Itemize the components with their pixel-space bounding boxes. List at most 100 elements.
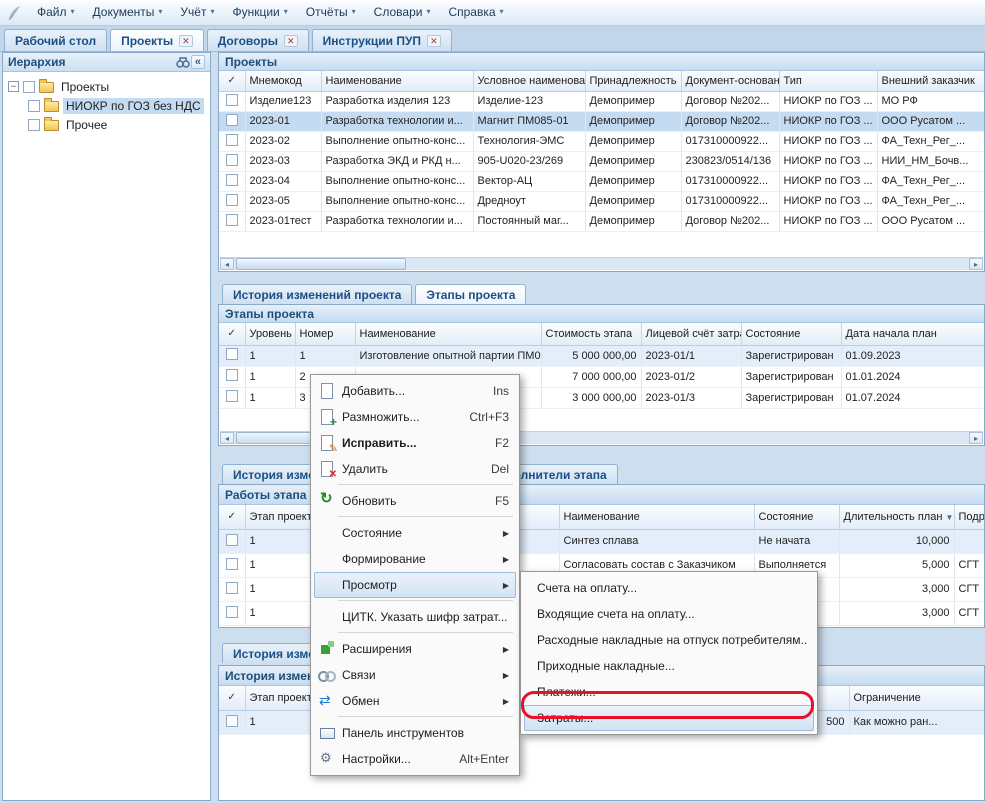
menu-item-view[interactable]: Просмотр▶ (314, 572, 516, 598)
menu-item-add[interactable]: Добавить...Ins (314, 378, 516, 404)
col-codename[interactable]: Условное наименова (473, 71, 585, 91)
col-cost-account[interactable]: Лицевой счёт затрат (641, 323, 741, 345)
menu-item-label: Добавить... (342, 384, 405, 398)
col-department[interactable]: Подр... (954, 505, 985, 529)
menu-item-refresh[interactable]: ОбновитьF5 (314, 488, 516, 514)
menubar-item-label: Справка (448, 5, 495, 19)
menubar-item-accounting[interactable]: Учёт▾ (172, 2, 222, 23)
table-row-current[interactable]: 11Изготовление опытной партии ПМ0...5 00… (219, 345, 985, 366)
col-state[interactable]: Состояние (741, 323, 841, 345)
submenu-item-receipt-notes[interactable]: Приходные накладные... (524, 653, 814, 679)
menubar-item-dictionaries[interactable]: Словари▾ (366, 2, 439, 23)
scroll-left-button[interactable]: ◂ (220, 258, 234, 270)
tab-project-stages[interactable]: Этапы проекта (415, 284, 526, 304)
menubar-item-file[interactable]: Файл▾ (29, 2, 83, 23)
scroll-right-button[interactable]: ▸ (969, 432, 983, 444)
col-level[interactable]: Уровень (245, 323, 295, 345)
col-external-customer[interactable]: Внешний заказчик (877, 71, 985, 91)
menubar-item-help[interactable]: Справка▾ (440, 2, 511, 23)
close-icon[interactable]: ✕ (179, 35, 193, 47)
menu-item-formation[interactable]: Формирование▶ (314, 546, 516, 572)
table-row-selected[interactable]: 2023-01Разработка технологии и...Магнит … (219, 111, 985, 131)
menubar-item-functions[interactable]: Функции▾ (224, 2, 295, 23)
row-checkbox[interactable] (226, 582, 238, 594)
col-belonging[interactable]: Принадлежность (585, 71, 681, 91)
scrollbar-thumb[interactable] (236, 258, 406, 270)
menu-item-settings[interactable]: Настройки...Alt+Enter (314, 746, 516, 772)
row-checkbox[interactable] (226, 534, 238, 546)
check-column-header[interactable]: ✓ (219, 71, 245, 91)
links-icon (318, 666, 336, 684)
check-column-header[interactable]: ✓ (219, 686, 245, 710)
check-column-header[interactable]: ✓ (219, 323, 245, 345)
col-plan-start-date[interactable]: Дата начала план (841, 323, 985, 345)
col-stage-cost[interactable]: Стоимость этапа (541, 323, 641, 345)
menu-item-extensions[interactable]: Расширения▶ (314, 636, 516, 662)
tab-projects[interactable]: Проекты✕ (110, 29, 204, 51)
tree-checkbox[interactable] (28, 119, 40, 131)
binoculars-icon[interactable] (175, 55, 191, 70)
menu-item-state[interactable]: Состояние▶ (314, 520, 516, 546)
row-checkbox[interactable] (226, 214, 238, 226)
tab-desktop[interactable]: Рабочий стол (4, 29, 107, 51)
scroll-right-button[interactable]: ▸ (969, 258, 983, 270)
menu-item-citk-cost-code[interactable]: ЦИТК. Указать шифр затрат... (314, 604, 516, 630)
tree-node-niokr[interactable]: НИОКР по ГОЗ без НДС (5, 96, 208, 115)
horizontal-scrollbar[interactable]: ◂ ▸ (220, 257, 983, 270)
cell: Постоянный маг... (473, 211, 585, 231)
table-row[interactable]: 2023-03Разработка ЭКД и РКД н...905-U020… (219, 151, 985, 171)
row-checkbox[interactable] (226, 134, 238, 146)
col-basis-document[interactable]: Документ-основан (681, 71, 779, 91)
scroll-left-button[interactable]: ◂ (220, 432, 234, 444)
row-checkbox[interactable] (226, 558, 238, 570)
menu-item-edit[interactable]: Исправить...F2 (314, 430, 516, 456)
col-name[interactable]: Наименование (559, 505, 754, 529)
col-name[interactable]: Наименование (321, 71, 473, 91)
tree-node-other[interactable]: Прочее (5, 115, 208, 134)
row-checkbox[interactable] (226, 94, 238, 106)
tree-node-projects[interactable]: − Проекты (5, 77, 208, 96)
col-name[interactable]: Наименование (355, 323, 541, 345)
col-plan-duration[interactable]: Длительность план ▼ (839, 505, 954, 529)
table-row[interactable]: 2023-01тестРазработка технологии и...Пос… (219, 211, 985, 231)
row-checkbox[interactable] (226, 606, 238, 618)
submenu-item-invoices[interactable]: Счета на оплату... (524, 575, 814, 601)
col-state[interactable]: Состояние (754, 505, 839, 529)
menu-item-duplicate[interactable]: Размножить...Ctrl+F3 (314, 404, 516, 430)
col-constraint[interactable]: Ограничение (849, 686, 985, 710)
row-checkbox[interactable] (226, 154, 238, 166)
collapse-panel-button[interactable]: « (191, 55, 205, 69)
menubar-item-reports[interactable]: Отчёты▾ (298, 2, 364, 23)
row-checkbox[interactable] (226, 369, 238, 381)
table-row[interactable]: 2023-04Выполнение опытно-конс...Вектор-А… (219, 171, 985, 191)
row-checkbox[interactable] (226, 174, 238, 186)
table-row[interactable]: 2023-05Выполнение опытно-конс...Дредноут… (219, 191, 985, 211)
table-row[interactable]: Изделие123Разработка изделия 123Изделие-… (219, 91, 985, 111)
submenu-item-expense-notes[interactable]: Расходные накладные на отпуск потребител… (524, 627, 814, 653)
menu-item-toolbar[interactable]: Панель инструментов (314, 720, 516, 746)
menubar-item-documents[interactable]: Документы▾ (85, 2, 171, 23)
menu-item-delete[interactable]: УдалитьDel (314, 456, 516, 482)
tree-checkbox[interactable] (28, 100, 40, 112)
submenu-item-incoming-invoices[interactable]: Входящие счета на оплату... (524, 601, 814, 627)
col-mnemocode[interactable]: Мнемокод (245, 71, 321, 91)
tab-contracts[interactable]: Договоры✕ (207, 29, 309, 51)
tree-expander-icon[interactable]: − (8, 81, 19, 92)
row-checkbox[interactable] (226, 348, 238, 360)
cell: 2023-01/3 (641, 387, 741, 408)
check-column-header[interactable]: ✓ (219, 505, 245, 529)
row-checkbox[interactable] (226, 114, 238, 126)
col-number[interactable]: Номер (295, 323, 355, 345)
tree-checkbox[interactable] (23, 81, 35, 93)
row-checkbox[interactable] (226, 194, 238, 206)
close-icon[interactable]: ✕ (427, 35, 441, 47)
tab-project-history[interactable]: История изменений проекта (222, 284, 412, 304)
col-type[interactable]: Тип (779, 71, 877, 91)
row-checkbox[interactable] (226, 715, 238, 727)
menu-item-links[interactable]: Связи▶ (314, 662, 516, 688)
menu-item-exchange[interactable]: Обмен▶ (314, 688, 516, 714)
tab-instructions[interactable]: Инструкции ПУП✕ (312, 29, 452, 51)
row-checkbox[interactable] (226, 390, 238, 402)
close-icon[interactable]: ✕ (284, 35, 298, 47)
table-row[interactable]: 2023-02Выполнение опытно-конс...Технолог… (219, 131, 985, 151)
